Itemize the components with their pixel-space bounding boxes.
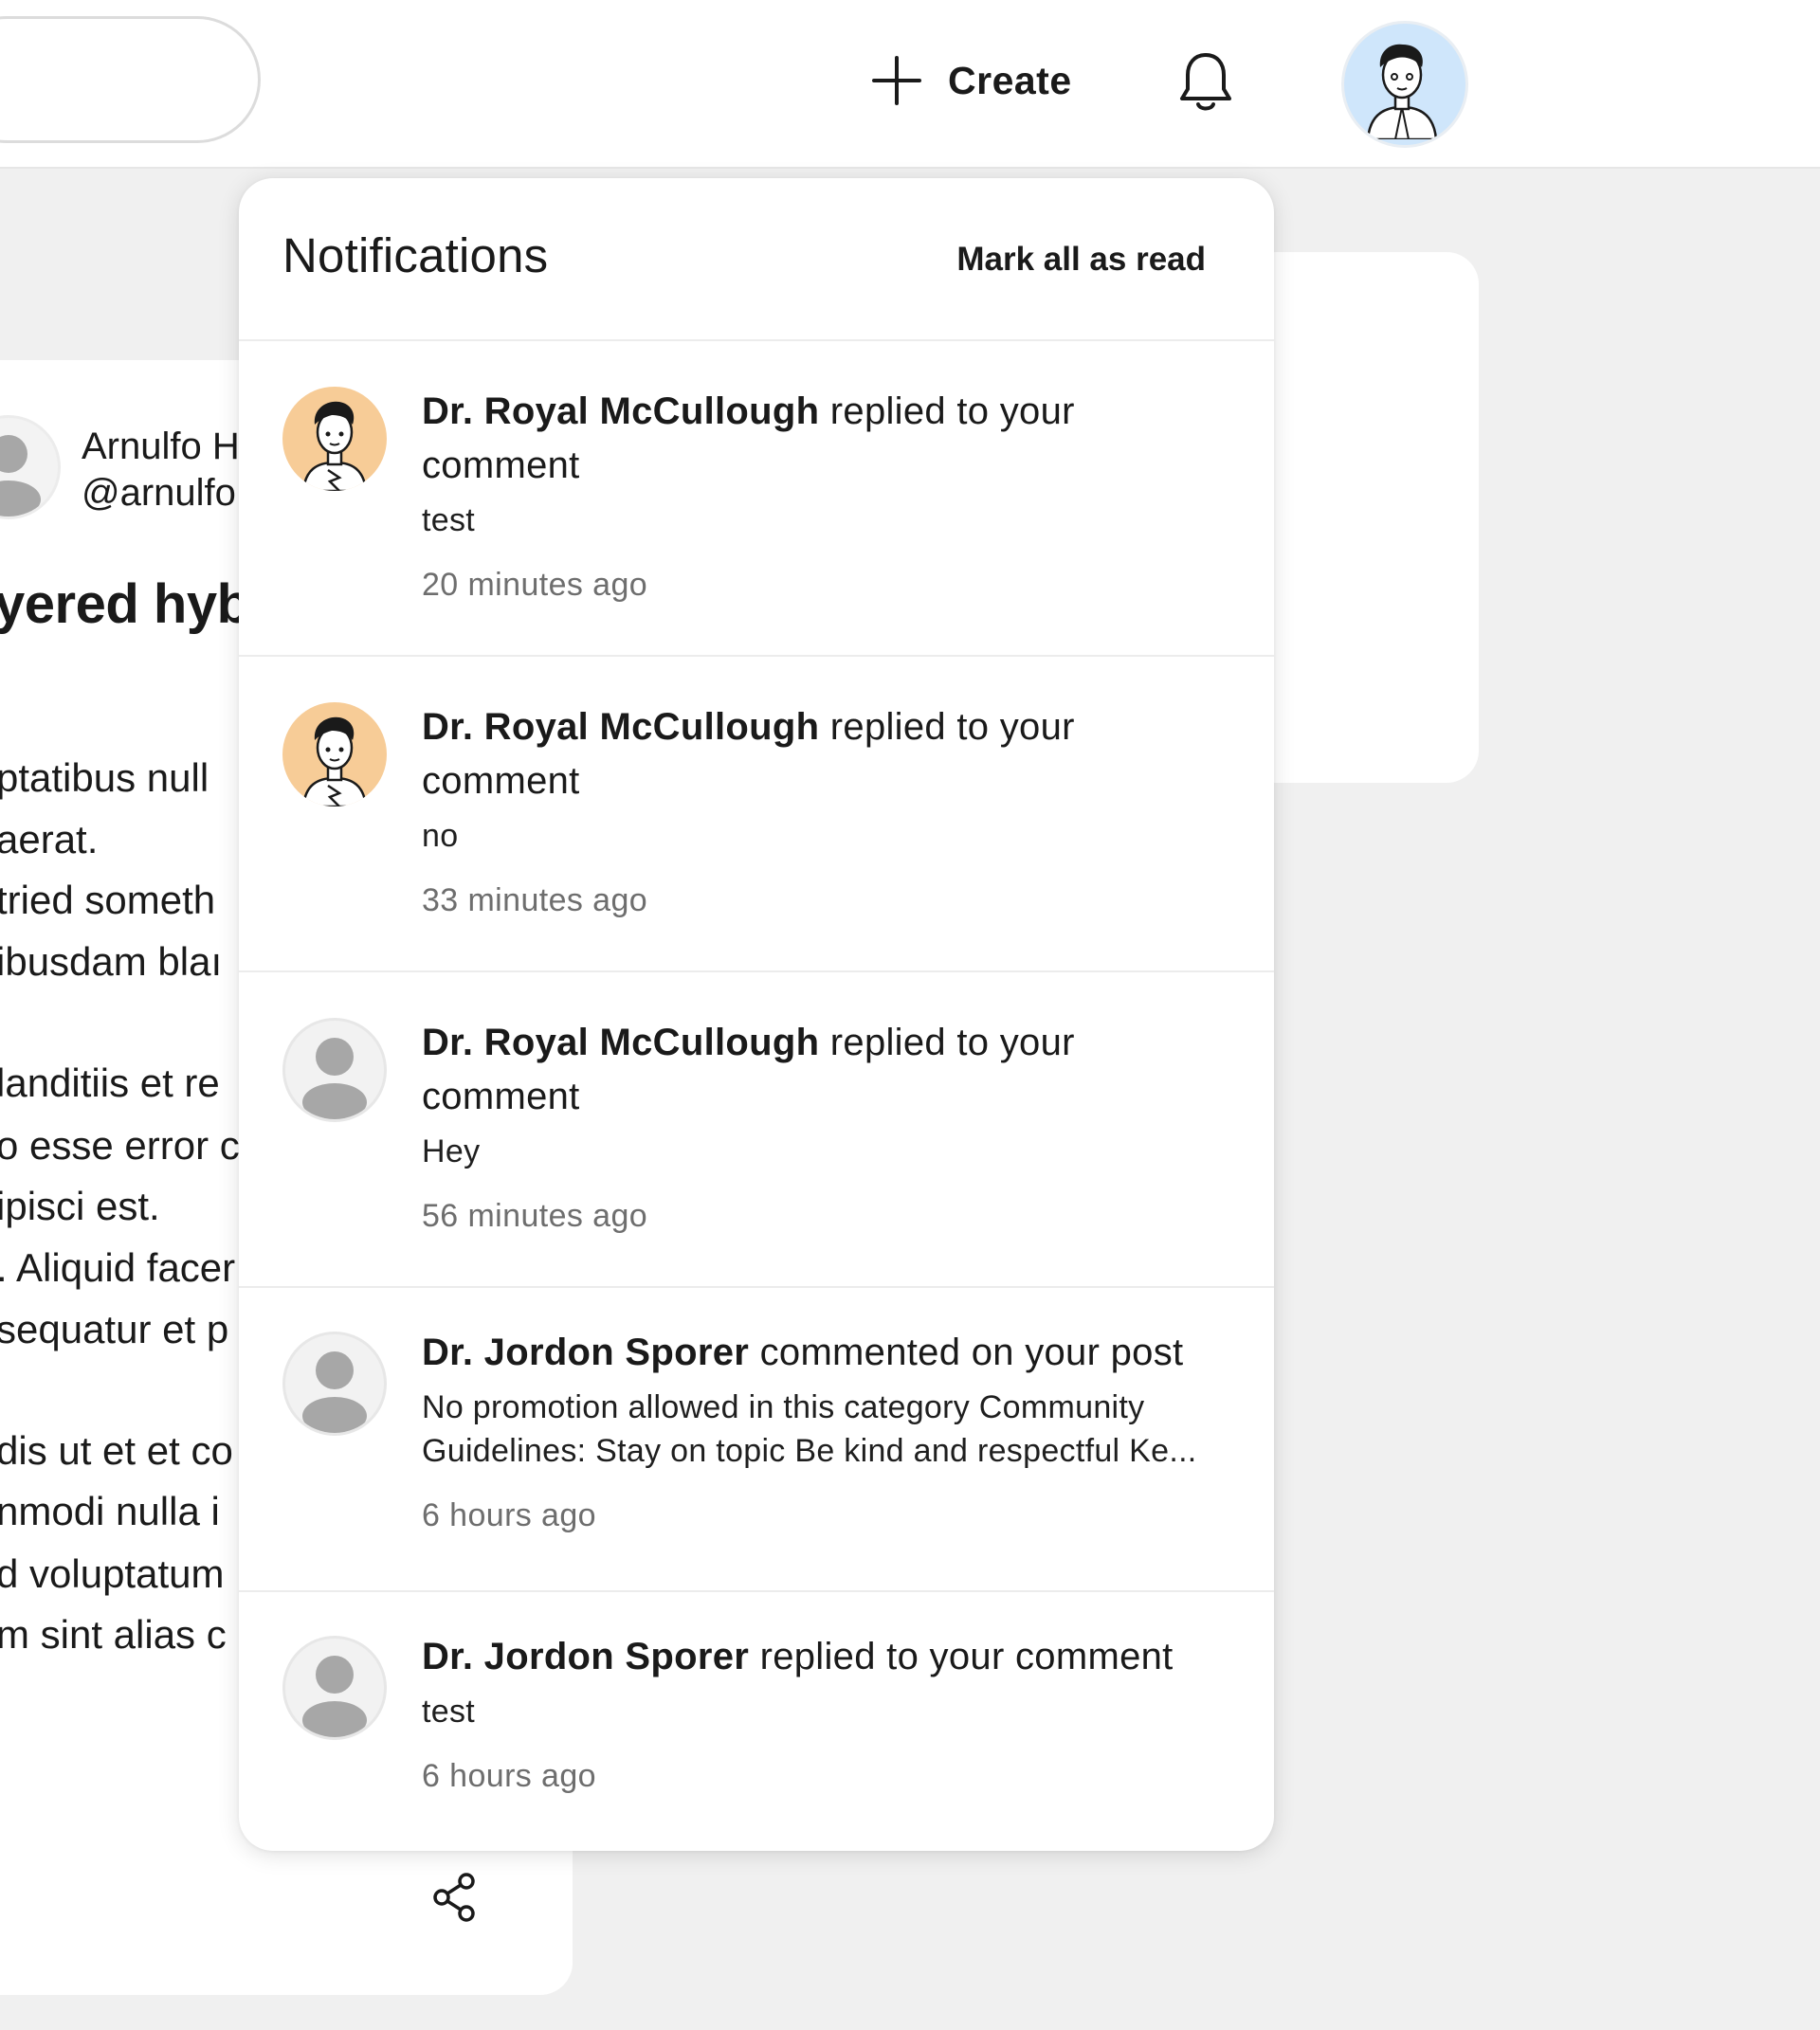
- notification-preview: no: [422, 818, 459, 854]
- post-body-line: o esse error c: [0, 1123, 240, 1168]
- notification-actor[interactable]: Dr. Jordon Sporer: [422, 1636, 749, 1677]
- notification-item[interactable]: Dr. Royal McCullough replied to your com…: [239, 972, 1274, 1288]
- notification-avatar[interactable]: [282, 1018, 387, 1122]
- notification-headline: Dr. Royal McCullough replied to your com…: [422, 385, 1237, 493]
- notification-avatar[interactable]: [282, 1332, 387, 1436]
- notification-actor[interactable]: Dr. Jordon Sporer: [422, 1332, 749, 1373]
- user-avatar-illustration: [301, 401, 368, 491]
- notifications-header: Notifications Mark all as read: [239, 178, 1274, 341]
- notification-headline: Dr. Royal McCullough replied to your com…: [422, 700, 1237, 808]
- notification-content: Dr. Royal McCullough replied to your com…: [422, 700, 1237, 922]
- post-author-name[interactable]: Arnulfo H: [82, 423, 240, 470]
- post-body-line: d voluptatum: [0, 1551, 225, 1596]
- user-avatar-illustration: [1366, 44, 1438, 141]
- post-author-handle: @arnulfo: [82, 472, 236, 514]
- post-body-line: tried someth: [0, 878, 216, 922]
- notification-preview: Hey: [422, 1133, 481, 1169]
- notification-item[interactable]: Dr. Royal McCullough replied to your com…: [239, 657, 1274, 972]
- notification-preview: No promotion allowed in this category Co…: [422, 1389, 1197, 1469]
- notification-preview: test: [422, 1694, 476, 1730]
- mark-all-read-button[interactable]: Mark all as read: [956, 241, 1206, 279]
- bell-icon[interactable]: [1175, 49, 1236, 116]
- post-title: yered hyb: [0, 573, 250, 635]
- default-avatar-icon: [302, 1038, 367, 1119]
- notification-time: 6 hours ago: [422, 1758, 596, 1794]
- create-button-label: Create: [948, 58, 1072, 102]
- notification-time: 56 minutes ago: [422, 1198, 648, 1234]
- notification-avatar[interactable]: [282, 1636, 387, 1740]
- post-body-line: aerat.: [0, 817, 99, 861]
- post-body-line: ibusdam blaı: [0, 939, 223, 984]
- notification-item[interactable]: Dr. Jordon Sporer replied to your commen…: [239, 1592, 1274, 1851]
- plus-icon: [872, 56, 921, 105]
- post-body-line: sequatur et p: [0, 1307, 229, 1351]
- post-body-line: landitiis et re: [0, 1060, 220, 1105]
- notification-actor[interactable]: Dr. Royal McCullough: [422, 706, 819, 748]
- notification-time: 20 minutes ago: [422, 567, 648, 603]
- notification-preview: test: [422, 502, 476, 538]
- notification-time: 33 minutes ago: [422, 882, 648, 918]
- notification-actor[interactable]: Dr. Royal McCullough: [422, 390, 819, 432]
- notification-action: replied to your comment: [759, 1636, 1174, 1677]
- notification-item[interactable]: Dr. Royal McCullough replied to your com…: [239, 341, 1274, 657]
- default-avatar-icon: [302, 1351, 367, 1433]
- notification-action: commented on your post: [759, 1332, 1184, 1373]
- notification-avatar[interactable]: [282, 387, 387, 491]
- post-body-line: ipisci est.: [0, 1184, 160, 1228]
- create-button[interactable]: Create: [870, 47, 1072, 114]
- default-avatar-icon: [302, 1656, 367, 1737]
- post-body-line: m sint alias c: [0, 1612, 227, 1657]
- notification-headline: Dr. Royal McCullough replied to your com…: [422, 1016, 1237, 1124]
- post-body-line: . Aliquid facer: [0, 1245, 236, 1290]
- notifications-dropdown: Notifications Mark all as read Dr. Royal…: [239, 178, 1274, 1851]
- notification-actor[interactable]: Dr. Royal McCullough: [422, 1022, 819, 1063]
- profile-avatar[interactable]: [1341, 21, 1468, 148]
- notification-item[interactable]: Dr. Jordon Sporer commented on your post…: [239, 1288, 1274, 1592]
- notification-time: 6 hours ago: [422, 1497, 596, 1533]
- notification-avatar[interactable]: [282, 702, 387, 807]
- notification-headline: Dr. Jordon Sporer commented on your post: [422, 1326, 1237, 1380]
- notifications-title: Notifications: [282, 228, 549, 282]
- user-avatar-illustration: [301, 716, 368, 807]
- notification-headline: Dr. Jordon Sporer replied to your commen…: [422, 1630, 1237, 1684]
- share-icon[interactable]: [430, 1871, 480, 1924]
- post-body-line: dis ut et et co: [0, 1428, 233, 1473]
- notification-content: Dr. Jordon Sporer replied to your commen…: [422, 1630, 1237, 1798]
- top-bar: Create: [0, 0, 1820, 169]
- notification-content: Dr. Jordon Sporer commented on your post…: [422, 1326, 1237, 1537]
- search-input[interactable]: [0, 16, 261, 143]
- post-body-line: nmodi nulla i: [0, 1489, 220, 1533]
- post-body-line: ptatibus null: [0, 755, 209, 800]
- notification-content: Dr. Royal McCullough replied to your com…: [422, 1016, 1237, 1238]
- notification-content: Dr. Royal McCullough replied to your com…: [422, 385, 1237, 607]
